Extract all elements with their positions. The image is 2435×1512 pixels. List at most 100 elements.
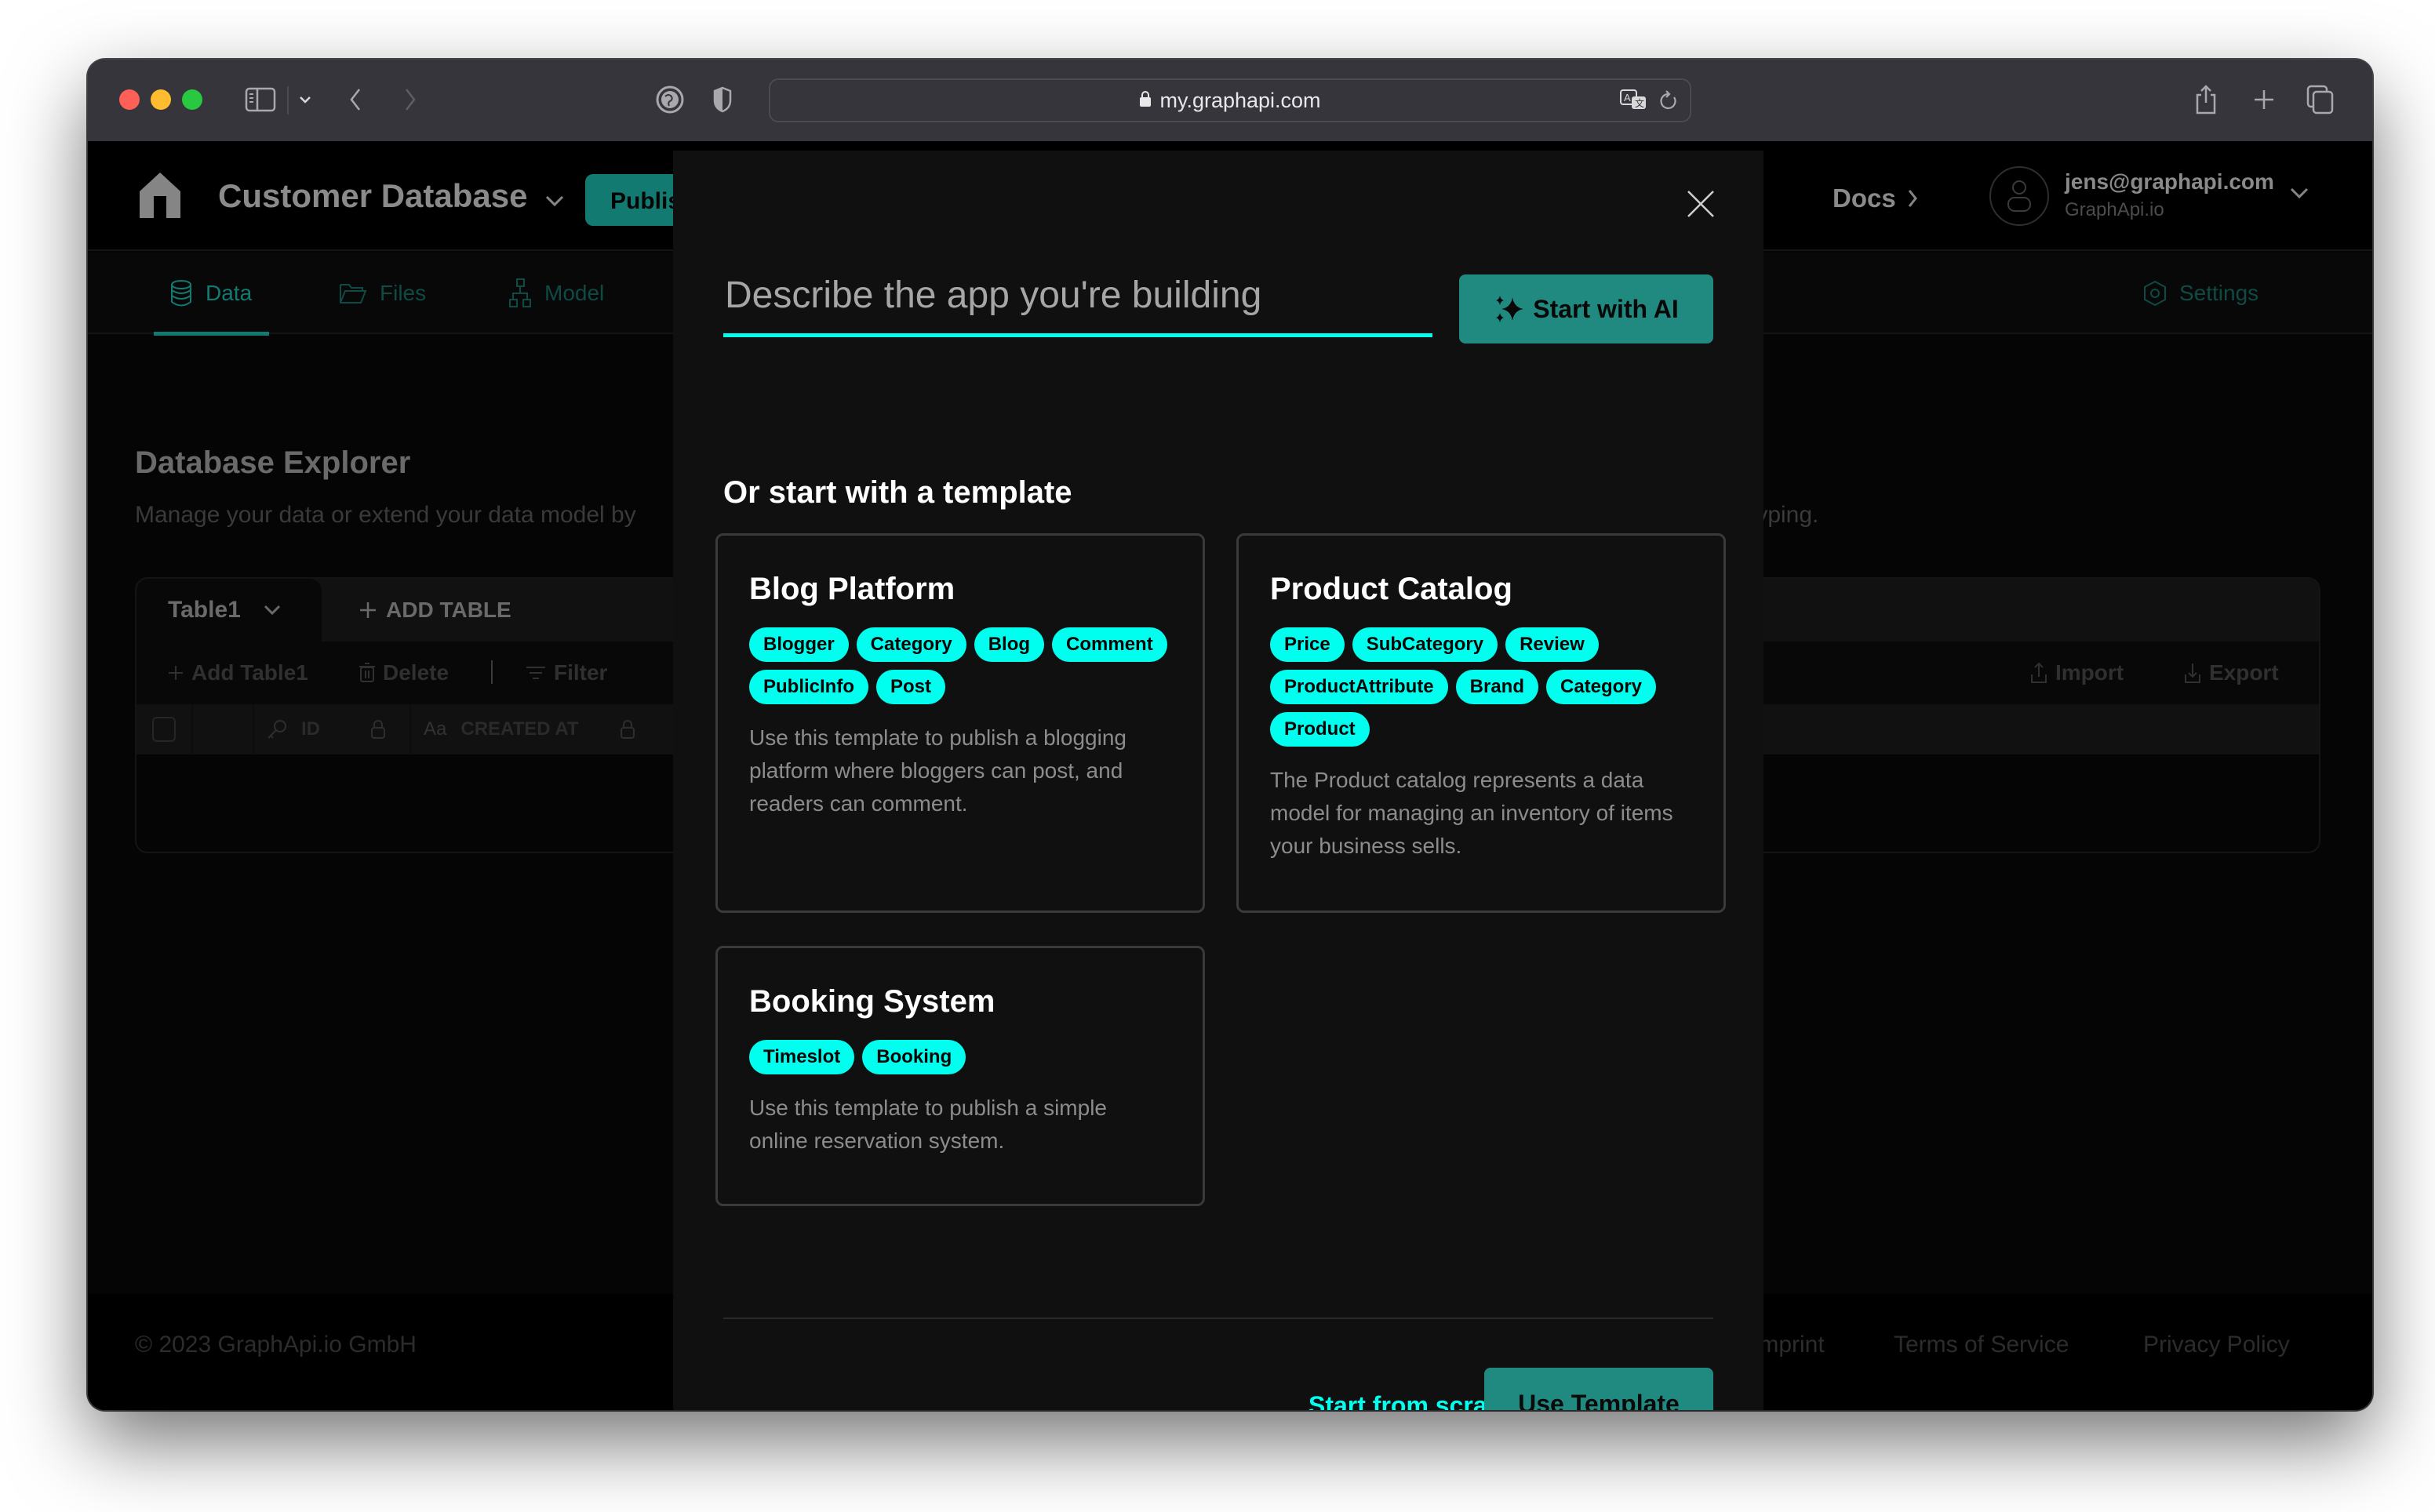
close-window-button[interactable] <box>119 89 140 110</box>
download-icon <box>2185 663 2200 683</box>
page-subtitle: Manage your data or extend your data mod… <box>135 502 636 528</box>
browser-toolbar: my.graphapi.com A文 <box>88 60 2372 141</box>
browser-window: my.graphapi.com A文 Customer Database Pub… <box>88 60 2372 1410</box>
import-button[interactable]: Import <box>2030 642 2124 704</box>
chevron-down-icon <box>264 605 280 616</box>
template-tags: Timeslot Booking <box>749 1040 1171 1074</box>
folder-icon <box>340 284 367 303</box>
forward-icon[interactable] <box>399 80 422 119</box>
template-tag: Category <box>1546 670 1657 704</box>
minimize-window-button[interactable] <box>151 89 171 110</box>
svg-text:A: A <box>1624 92 1631 104</box>
template-title: Blog Platform <box>749 572 955 606</box>
close-icon[interactable] <box>1683 187 1718 221</box>
lock-icon <box>370 704 386 754</box>
template-title: Booking System <box>749 984 995 1019</box>
plus-icon <box>360 602 376 618</box>
template-title: Product Catalog <box>1270 572 1512 606</box>
template-description: Use this template to publish a blogging … <box>749 725 1127 816</box>
settings-icon <box>2144 280 2166 307</box>
plus-icon <box>169 666 183 680</box>
filter-button[interactable]: Filter <box>526 642 607 704</box>
reload-icon[interactable] <box>1658 89 1679 118</box>
use-template-button[interactable]: Use Template <box>1484 1368 1713 1410</box>
docs-link[interactable]: Docs <box>1833 184 1918 213</box>
template-tag: ProductAttribute <box>1270 670 1448 704</box>
tab-model[interactable]: Model <box>508 253 604 334</box>
chevron-right-icon <box>1908 190 1917 207</box>
template-tag: Category <box>856 627 966 662</box>
delete-label: Delete <box>383 660 450 685</box>
select-all-checkbox[interactable] <box>152 717 176 742</box>
delete-button[interactable]: Delete <box>359 642 449 704</box>
filter-label: Filter <box>554 660 608 685</box>
footer-link-privacy[interactable]: Privacy Policy <box>2143 1332 2290 1358</box>
copyright: © 2023 GraphApi.io GmbH <box>135 1332 417 1358</box>
text-type-icon: Aa <box>424 718 447 740</box>
template-tag: Timeslot <box>749 1040 855 1074</box>
translate-icon[interactable]: A文 <box>1619 89 1649 118</box>
privacy-report-icon[interactable] <box>654 80 686 119</box>
project-selector[interactable]: Customer Database <box>218 177 565 215</box>
sidebar-icon[interactable] <box>242 80 279 119</box>
template-description: Use this template to publish a simple on… <box>749 1096 1107 1153</box>
back-icon[interactable] <box>344 80 367 119</box>
shield-icon[interactable] <box>711 80 734 119</box>
lock-icon <box>620 704 635 754</box>
account-menu-chevron-icon[interactable] <box>2289 187 2309 203</box>
template-card-blog-platform[interactable]: Blog Platform Blogger Category Blog Comm… <box>715 533 1205 913</box>
filter-icon <box>526 667 545 679</box>
page-title: Database Explorer <box>135 445 411 480</box>
modal-divider <box>723 1318 1713 1319</box>
template-tag: Booking <box>862 1040 966 1074</box>
new-tab-icon[interactable] <box>2248 80 2280 119</box>
footer-link-terms[interactable]: Terms of Service <box>1894 1332 2069 1358</box>
ai-description-field <box>723 257 1432 337</box>
column-divider <box>253 704 254 754</box>
template-description: The Product catalog represents a data mo… <box>1270 768 1673 858</box>
add-table-button[interactable]: ADD TABLE <box>359 579 511 642</box>
tab-files[interactable]: Files <box>339 253 426 334</box>
add-row-label: Add Table1 <box>191 660 308 685</box>
add-row-button[interactable]: Add Table1 <box>168 642 308 704</box>
chevron-down-icon[interactable] <box>293 80 317 119</box>
template-card-booking-system[interactable]: Booking System Timeslot Booking Use this… <box>715 946 1205 1206</box>
template-tag: Review <box>1505 627 1599 662</box>
database-icon <box>171 280 191 307</box>
user-icon <box>2007 180 2031 212</box>
tab-settings[interactable]: Settings <box>2143 253 2258 334</box>
template-tag: Blog <box>974 627 1045 662</box>
start-with-ai-label: Start with AI <box>1533 294 1679 323</box>
share-icon[interactable] <box>2190 80 2222 119</box>
start-with-ai-button[interactable]: Start with AI <box>1459 274 1713 343</box>
tab-data[interactable]: Data <box>153 253 270 336</box>
export-label: Export <box>2209 660 2279 685</box>
ai-description-input[interactable] <box>723 257 1432 333</box>
home-icon[interactable] <box>138 171 182 222</box>
hierarchy-icon <box>509 278 531 307</box>
url-text: my.graphapi.com <box>1159 88 1321 112</box>
avatar[interactable] <box>1989 166 2049 226</box>
docs-label: Docs <box>1833 184 1896 213</box>
column-header-created-at[interactable]: Aa CREATED AT <box>424 704 579 754</box>
template-tag: Comment <box>1052 627 1167 662</box>
toolbar-divider <box>287 86 289 114</box>
column-label: ID <box>301 718 320 740</box>
template-tag: Brand <box>1455 670 1538 704</box>
user-org: GraphApi.io <box>2065 199 2164 220</box>
sparkles-icon <box>1496 296 1524 322</box>
template-tag: Price <box>1270 627 1345 662</box>
column-label: CREATED AT <box>460 718 579 740</box>
svg-text:文: 文 <box>1635 97 1644 109</box>
tab-overview-icon[interactable] <box>2305 80 2336 119</box>
zoom-window-button[interactable] <box>182 89 202 110</box>
table-tab-table1[interactable]: Table1 <box>136 579 322 642</box>
template-card-product-catalog[interactable]: Product Catalog Price SubCategory Review… <box>1236 533 1726 913</box>
chevron-down-icon <box>544 177 565 215</box>
export-button[interactable]: Export <box>2184 642 2279 704</box>
tab-label: Data <box>206 281 253 305</box>
column-divider <box>191 704 193 754</box>
address-bar[interactable]: my.graphapi.com A文 <box>769 78 1691 122</box>
column-header-id[interactable]: ID <box>267 704 320 754</box>
template-tag: Blogger <box>749 627 849 662</box>
